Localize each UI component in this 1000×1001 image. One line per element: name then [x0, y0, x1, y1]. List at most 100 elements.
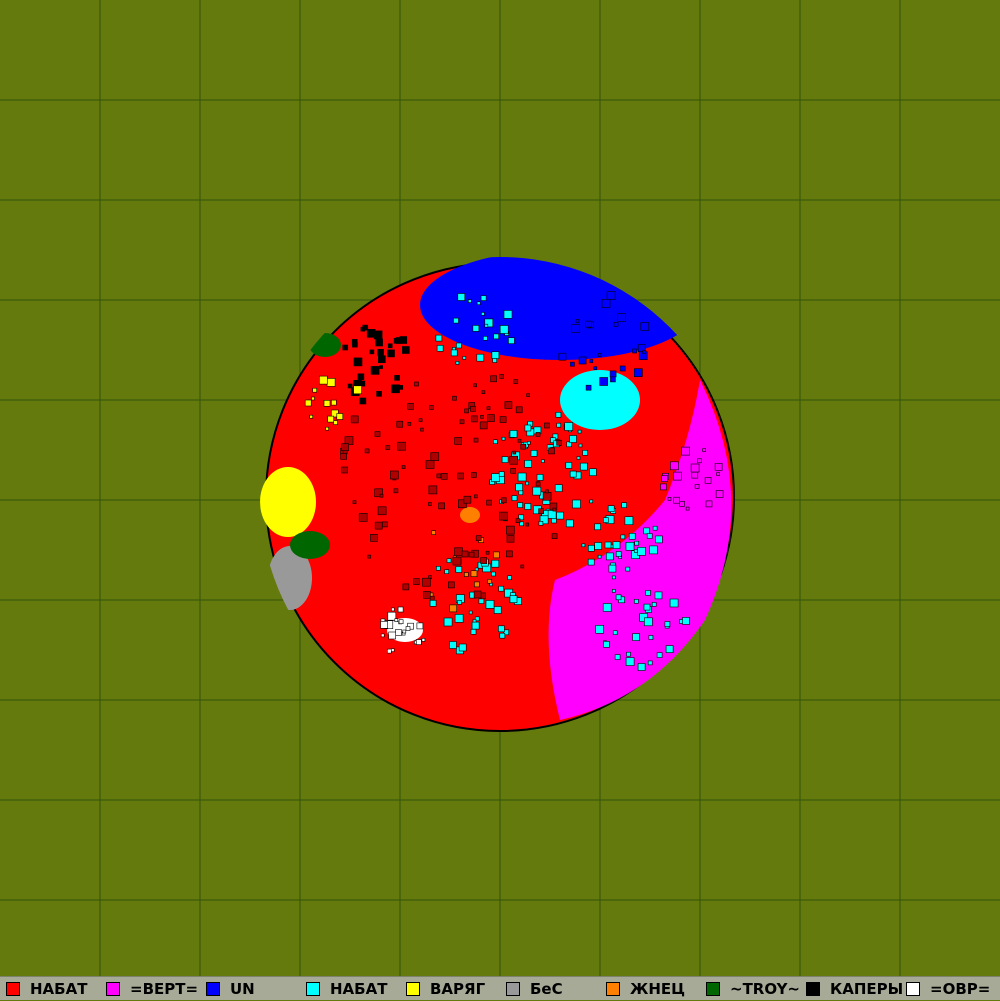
territory-speck [551, 517, 557, 524]
territory-speck [577, 429, 582, 434]
territory-speck [621, 502, 627, 509]
territory-speck [362, 324, 369, 331]
territory-speck [536, 474, 544, 481]
territory-speck [564, 422, 574, 431]
territory-speck [429, 599, 437, 607]
territory-speck [690, 463, 700, 473]
territory-speck [587, 558, 595, 566]
territory-speck [498, 511, 508, 521]
territory-speck [506, 534, 515, 543]
legend-label: НАБАТ [330, 979, 388, 998]
territory-speck [652, 525, 658, 531]
territory-speck [367, 554, 372, 559]
territory-speck [486, 499, 492, 506]
territory-speck [391, 384, 400, 394]
territory-speck [608, 564, 617, 573]
territory-speck [515, 483, 523, 492]
territory-speck [318, 375, 328, 385]
territory-speck [599, 377, 609, 386]
territory-speck [336, 413, 344, 420]
territory-speck [422, 577, 431, 587]
territory-speck [632, 348, 637, 354]
territory-speck [396, 420, 404, 428]
territory-speck [455, 566, 463, 573]
territory-speck [673, 496, 680, 504]
territory-speck [398, 385, 404, 390]
legend-swatch [306, 981, 320, 996]
territory-speck [351, 339, 358, 345]
territory-speck [565, 519, 574, 528]
territory-speck [353, 385, 362, 395]
territory-speck [454, 547, 463, 557]
territory-speck [387, 343, 393, 349]
territory-speck [456, 342, 462, 349]
legend-swatch [6, 981, 20, 996]
territory-speck [601, 299, 611, 308]
zone-zhnets [460, 507, 480, 523]
territory-speck [499, 325, 509, 334]
territory-speck [611, 589, 616, 593]
territory-speck [366, 328, 376, 338]
legend-label: UN [230, 979, 255, 998]
territory-speck [377, 506, 387, 516]
territory-speck [595, 624, 604, 634]
map-legend: НАБАТ =ВЕРТ= UN НАБАТ ВАРЯГ БеС ЖНЕЦ ~TROY~ КАПЕ… [0, 976, 1000, 1000]
territory-speck [694, 483, 700, 489]
territory-speck [364, 448, 370, 454]
territory-speck [628, 532, 636, 540]
territory-speck [642, 350, 647, 354]
map-canvas[interactable] [0, 0, 1000, 976]
territory-speck [407, 421, 412, 426]
territory-speck [443, 617, 453, 627]
territory-speck [654, 591, 663, 600]
territory-speck [475, 535, 482, 542]
territory-speck [405, 626, 411, 631]
territory-speck [457, 600, 462, 605]
territory-speck [395, 629, 402, 636]
territory-speck [664, 621, 671, 627]
territory-speck [478, 598, 485, 604]
territory-speck [637, 546, 646, 556]
territory-speck [473, 383, 478, 388]
legend-item: КАПЕРЫ [800, 977, 903, 1001]
territory-speck [491, 473, 500, 482]
territory-speck [660, 483, 667, 491]
legend-swatch [206, 981, 220, 996]
territory-speck [468, 610, 473, 615]
territory-speck [379, 493, 384, 498]
territory-speck [507, 575, 512, 581]
territory-speck [462, 356, 467, 360]
territory-speck [565, 462, 573, 469]
territory-speck [556, 422, 562, 428]
territory-speck [556, 439, 562, 446]
territory-speck [431, 530, 436, 536]
territory-speck [589, 359, 594, 363]
territory-speck [538, 520, 544, 526]
territory-speck [508, 337, 515, 345]
territory-speck [429, 405, 434, 410]
territory-speck [480, 414, 484, 419]
territory-speck [457, 293, 466, 301]
territory-speck [501, 436, 506, 441]
territory-speck [344, 436, 354, 445]
territory-speck [369, 349, 375, 355]
territory-speck [551, 533, 558, 540]
territory-speck [510, 467, 517, 474]
territory-speck [602, 603, 612, 612]
territory-speck [580, 462, 588, 471]
territory-speck [525, 481, 529, 486]
territory-speck [470, 415, 478, 423]
territory-speck [474, 494, 478, 499]
territory-speck [619, 365, 626, 372]
territory-speck [420, 427, 424, 432]
territory-speck [333, 420, 338, 425]
territory-speck [589, 499, 594, 504]
world-map[interactable] [0, 0, 1000, 976]
territory-speck [526, 441, 531, 445]
legend-item: НАБАТ [0, 977, 100, 1001]
territory-speck [464, 408, 469, 414]
territory-speck [486, 406, 491, 411]
territory-speck [341, 443, 349, 452]
territory-speck [503, 310, 513, 319]
territory-speck [555, 411, 562, 418]
